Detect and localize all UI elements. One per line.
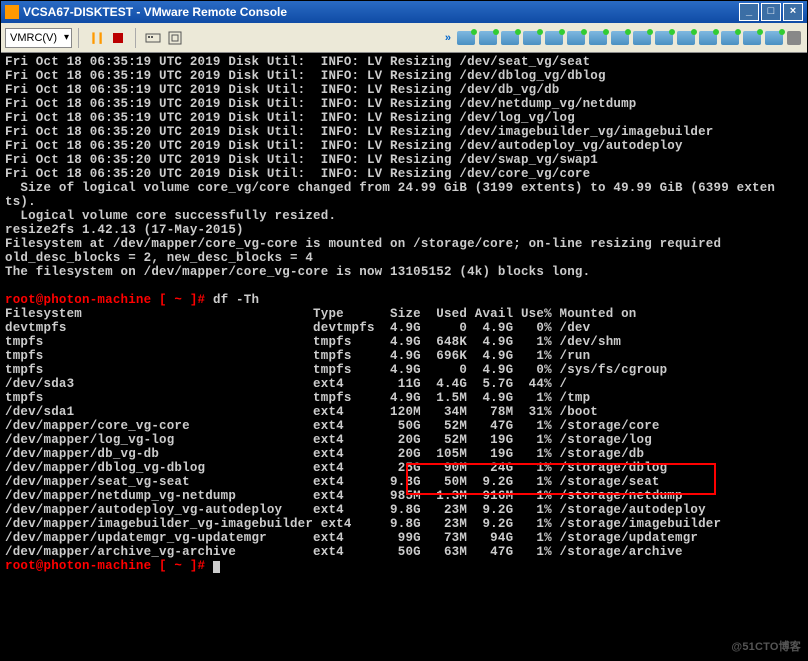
- disk-icon[interactable]: [457, 31, 475, 45]
- disk-icon[interactable]: [501, 31, 519, 45]
- disk-icon[interactable]: [655, 31, 673, 45]
- disk-icon[interactable]: [743, 31, 761, 45]
- disk-icon[interactable]: [545, 31, 563, 45]
- vmrc-dropdown[interactable]: VMRC(V): [5, 28, 72, 48]
- cad-icon: [145, 30, 161, 46]
- disk-icon[interactable]: [589, 31, 607, 45]
- fullscreen-button[interactable]: [166, 29, 184, 47]
- disk-icon[interactable]: [611, 31, 629, 45]
- disk-icon[interactable]: [765, 31, 783, 45]
- send-ctrl-alt-del-button[interactable]: [144, 29, 162, 47]
- disk-icon[interactable]: [699, 31, 717, 45]
- vmware-icon: [5, 5, 19, 19]
- toolbar: VMRC(V) ❙❙ »: [1, 23, 807, 53]
- df-header: Filesystem Type Size Used Avail Use% Mou…: [5, 307, 637, 321]
- disk-icon[interactable]: [479, 31, 497, 45]
- devices-arrow: »: [445, 32, 451, 44]
- app-window: VCSA67-DISKTEST - VMware Remote Console …: [0, 0, 808, 661]
- fullscreen-icon: [168, 31, 182, 45]
- shell-prompt: root@photon-machine [ ~ ]#: [5, 559, 205, 573]
- separator: [135, 28, 136, 48]
- stop-button[interactable]: [109, 29, 127, 47]
- cursor: [213, 561, 220, 573]
- usb-icon[interactable]: [787, 31, 801, 45]
- maximize-button[interactable]: □: [761, 3, 781, 21]
- disk-icon[interactable]: [523, 31, 541, 45]
- disk-icon[interactable]: [633, 31, 651, 45]
- watermark: @51CTO博客: [731, 640, 801, 654]
- window-title: VCSA67-DISKTEST - VMware Remote Console: [23, 5, 737, 19]
- titlebar: VCSA67-DISKTEST - VMware Remote Console …: [1, 1, 807, 23]
- disk-icon[interactable]: [677, 31, 695, 45]
- minimize-button[interactable]: _: [739, 3, 759, 21]
- disk-icon[interactable]: [721, 31, 739, 45]
- command-text: df -Th: [213, 293, 259, 307]
- disk-icon[interactable]: [567, 31, 585, 45]
- terminal[interactable]: Fri Oct 18 06:35:19 UTC 2019 Disk Util: …: [1, 53, 807, 660]
- df-output: devtmpfs devtmpfs 4.9G 0 4.9G 0% /dev tm…: [5, 321, 721, 559]
- close-button[interactable]: ×: [783, 3, 803, 21]
- log-output: Fri Oct 18 06:35:19 UTC 2019 Disk Util: …: [5, 55, 775, 279]
- pause-button[interactable]: ❙❙: [87, 29, 105, 47]
- shell-prompt: root@photon-machine [ ~ ]#: [5, 293, 205, 307]
- separator: [78, 28, 79, 48]
